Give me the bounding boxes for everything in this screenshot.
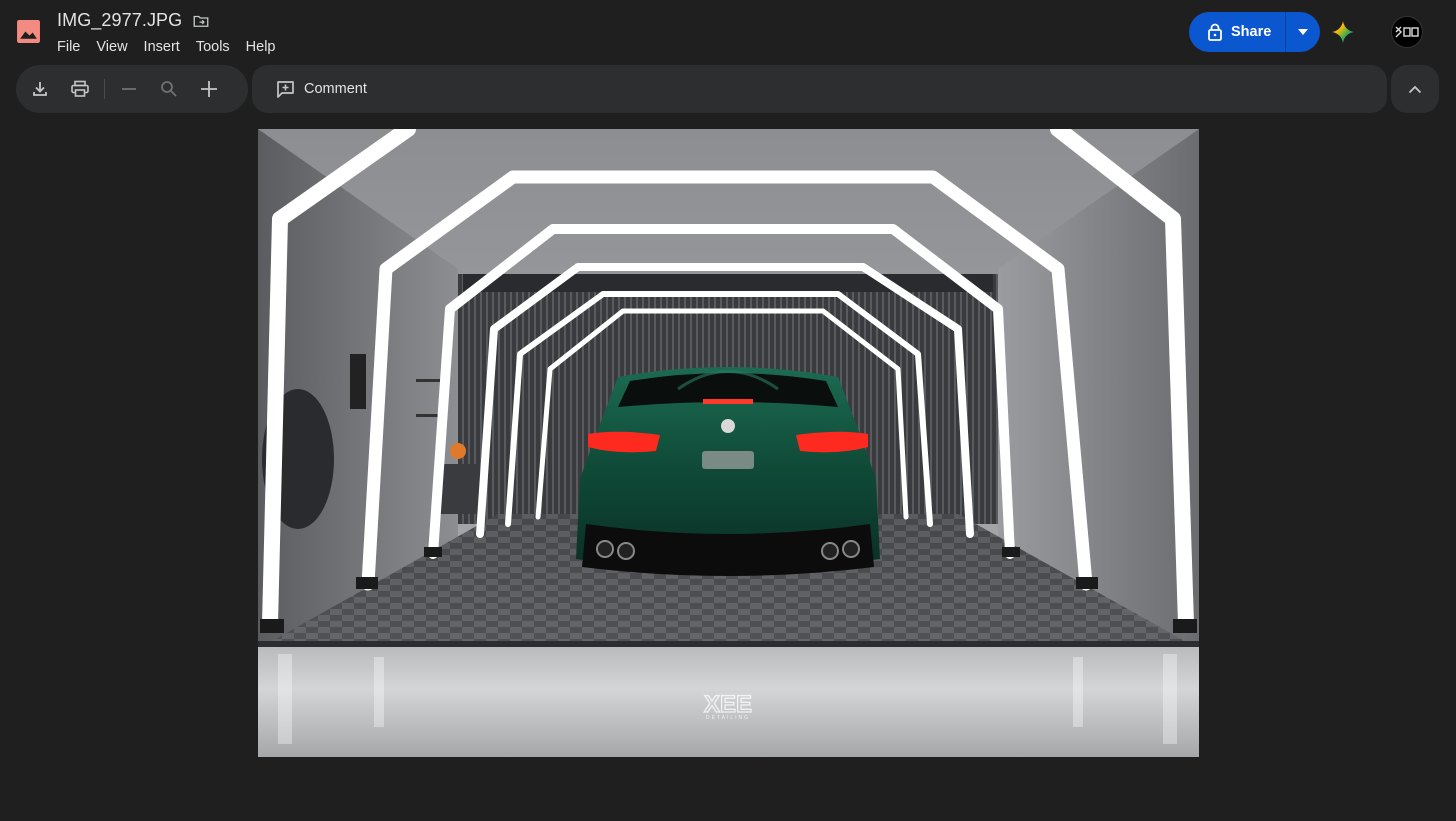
menu-bar: File View Insert Tools Help	[49, 37, 284, 57]
add-comment-icon	[277, 80, 294, 98]
zoom-button[interactable]	[149, 69, 189, 109]
title-row: IMG_2977.JPG	[57, 10, 210, 31]
plus-icon	[201, 81, 217, 97]
zoom-out-button[interactable]	[109, 69, 149, 109]
lock-icon	[1208, 23, 1222, 41]
gemini-sparkle-icon[interactable]	[1331, 20, 1355, 44]
comment-label: Comment	[304, 81, 367, 97]
image-file-icon[interactable]	[16, 19, 41, 44]
magnifier-icon	[161, 81, 177, 97]
menu-insert[interactable]: Insert	[136, 37, 188, 57]
caret-down-icon	[1298, 29, 1309, 35]
comment-button[interactable]: Comment	[272, 71, 371, 107]
avatar-logo-icon	[1395, 26, 1419, 38]
car	[576, 367, 880, 576]
share-label: Share	[1231, 24, 1272, 40]
menu-help[interactable]: Help	[238, 37, 284, 57]
share-button[interactable]: Share	[1189, 12, 1287, 52]
menu-file[interactable]: File	[49, 37, 88, 57]
menu-tools[interactable]: Tools	[188, 37, 238, 57]
share-button-group: Share	[1189, 12, 1321, 52]
image-preview: XEE DETAILING	[258, 129, 1199, 757]
toolbar-divider	[104, 79, 105, 99]
share-dropdown-button[interactable]	[1286, 12, 1320, 52]
app-header: IMG_2977.JPG File View Insert Tools Help…	[0, 0, 1456, 64]
watermark-sub: DETAILING	[706, 715, 750, 721]
move-to-folder-icon[interactable]	[192, 12, 210, 30]
account-avatar[interactable]	[1391, 16, 1423, 48]
print-button[interactable]	[60, 69, 100, 109]
chevron-up-icon	[1408, 85, 1422, 93]
watermark-brand: XEE	[704, 691, 752, 718]
car-photo: XEE DETAILING	[258, 129, 1199, 757]
download-icon	[33, 82, 47, 96]
menu-view[interactable]: View	[88, 37, 135, 57]
minus-icon	[122, 88, 136, 90]
zoom-in-button[interactable]	[189, 69, 229, 109]
file-title[interactable]: IMG_2977.JPG	[57, 10, 182, 31]
download-button[interactable]	[20, 69, 60, 109]
comment-toolbar: Comment	[252, 65, 1387, 113]
view-toolbar	[16, 65, 248, 113]
print-icon	[71, 80, 89, 97]
collapse-toolbar-button[interactable]	[1391, 65, 1439, 113]
